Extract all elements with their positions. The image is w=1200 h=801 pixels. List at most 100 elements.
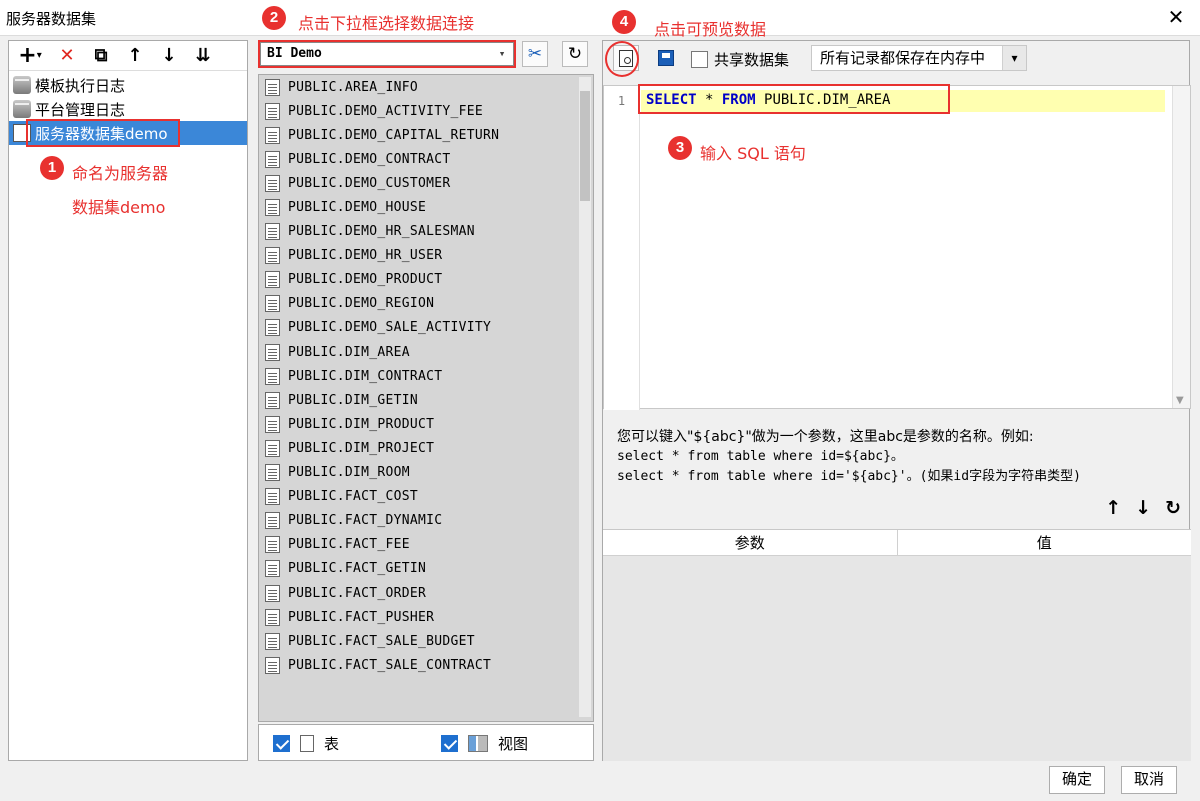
table-icon xyxy=(265,150,280,168)
table-filter-label: 表 xyxy=(324,735,340,753)
table-item[interactable]: PUBLIC.DEMO_HOUSE xyxy=(259,195,593,219)
refresh-icon: ↻ xyxy=(567,44,583,64)
annotation-text-4: 点击可预览数据 xyxy=(654,20,767,39)
table-icon xyxy=(265,78,280,96)
share-dataset-checkbox[interactable] xyxy=(691,51,708,68)
hint-line-1: 您可以键入"${abc}"做为一个参数，这里abc是参数的名称。例如: xyxy=(617,429,1034,445)
table-item[interactable]: PUBLIC.FACT_GETIN xyxy=(259,557,593,581)
view-filter-checkbox[interactable] xyxy=(441,735,458,752)
parameter-table: 参数 值 xyxy=(603,529,1191,761)
dataset-toolbar: + ▾ ✕ ⧉ ↑ ↓ ⇊ xyxy=(9,41,247,71)
view-filter-toggle[interactable]: 视图 xyxy=(441,733,528,754)
add-dataset-button[interactable]: + ▾ xyxy=(15,43,45,68)
memory-mode-select[interactable]: 所有记录都保存在内存中 ▾ xyxy=(811,45,1027,71)
cancel-button[interactable]: 取消 xyxy=(1121,766,1178,794)
table-icon xyxy=(265,656,280,674)
param-refresh-button[interactable]: ↻ xyxy=(1165,497,1181,519)
move-up-button[interactable]: ↑ xyxy=(123,44,147,68)
table-filter-checkbox[interactable] xyxy=(273,735,290,752)
chevron-down-icon: ▼ xyxy=(1176,395,1184,406)
connection-settings-button[interactable]: ✂ xyxy=(522,41,548,67)
refresh-tables-button[interactable]: ↻ xyxy=(562,41,588,67)
table-icon xyxy=(265,367,280,385)
table-item[interactable]: PUBLIC.DEMO_REGION xyxy=(259,292,593,316)
table-icon xyxy=(265,391,280,409)
table-icon xyxy=(265,415,280,433)
annotation-text-2: 点击下拉框选择数据连接 xyxy=(298,14,475,33)
memory-mode-value: 所有记录都保存在内存中 xyxy=(820,49,986,67)
table-icon xyxy=(300,735,314,752)
table-item[interactable]: PUBLIC.DIM_PROJECT xyxy=(259,436,593,460)
column-header-value: 值 xyxy=(1036,534,1052,552)
table-item[interactable]: PUBLIC.DEMO_ACTIVITY_FEE xyxy=(259,99,593,123)
scrollbar-thumb[interactable] xyxy=(580,91,590,201)
arrow-down-icon: ↓ xyxy=(161,45,177,66)
save-to-memory-button[interactable] xyxy=(653,45,679,71)
table-icon xyxy=(265,512,280,530)
copy-dataset-button[interactable]: ⧉ xyxy=(89,44,113,68)
tree-item-label: 平台管理日志 xyxy=(35,100,126,119)
delete-dataset-button[interactable]: ✕ xyxy=(55,44,79,68)
table-item[interactable]: PUBLIC.DIM_PRODUCT xyxy=(259,412,593,436)
delete-icon: ✕ xyxy=(59,45,75,66)
table-item[interactable]: PUBLIC.DEMO_PRODUCT xyxy=(259,268,593,292)
sort-button[interactable]: ⇊ xyxy=(191,44,215,68)
table-item[interactable]: PUBLIC.FACT_FEE xyxy=(259,533,593,557)
table-item[interactable]: PUBLIC.AREA_INFO xyxy=(259,75,593,99)
table-item[interactable]: PUBLIC.DEMO_HR_SALESMAN xyxy=(259,220,593,244)
table-list-scrollbar[interactable] xyxy=(579,77,591,717)
table-icon xyxy=(265,102,280,120)
table-icon xyxy=(265,126,280,144)
table-item[interactable]: PUBLIC.DEMO_CUSTOMER xyxy=(259,171,593,195)
table-icon xyxy=(265,199,280,217)
ok-button[interactable]: 确定 xyxy=(1049,766,1106,794)
tree-item-template-log[interactable]: 模板执行日志 xyxy=(9,73,247,97)
param-move-up-button[interactable]: ↑ xyxy=(1105,497,1121,519)
param-move-down-button[interactable]: ↓ xyxy=(1135,497,1151,519)
save-icon xyxy=(658,50,674,66)
line-number: 1 xyxy=(617,94,626,108)
tree-item-platform-log[interactable]: 平台管理日志 xyxy=(9,97,247,121)
table-icon xyxy=(265,488,280,506)
dataset-tree-panel: + ▾ ✕ ⧉ ↑ ↓ ⇊ 模板执行日志 平台管理日志 服务器数据集demo xyxy=(8,40,248,761)
view-icon xyxy=(468,735,488,752)
table-filter-bar: 表 视图 xyxy=(258,724,594,761)
table-icon xyxy=(265,560,280,578)
table-item[interactable]: PUBLIC.DEMO_SALE_ACTIVITY xyxy=(259,316,593,340)
table-item[interactable]: PUBLIC.FACT_SALE_BUDGET xyxy=(259,629,593,653)
table-icon xyxy=(265,247,280,265)
sort-icon: ⇊ xyxy=(195,45,211,66)
annotation-circle-4 xyxy=(605,41,639,77)
table-item[interactable]: PUBLIC.FACT_DYNAMIC xyxy=(259,509,593,533)
share-dataset-toggle[interactable]: 共享数据集 xyxy=(691,49,789,70)
table-item[interactable]: PUBLIC.DEMO_CAPITAL_RETURN xyxy=(259,123,593,147)
sql-toolbar: 共享数据集 所有记录都保存在内存中 ▾ xyxy=(603,41,1191,75)
annotation-box-1 xyxy=(26,119,180,147)
table-item[interactable]: PUBLIC.DIM_CONTRACT xyxy=(259,364,593,388)
table-item[interactable]: PUBLIC.DIM_ROOM xyxy=(259,461,593,485)
sql-editor[interactable]: 1 SELECT * FROM PUBLIC.DIM_AREA ▼ xyxy=(603,85,1191,410)
annotation-text-3: 输入 SQL 语句 xyxy=(700,144,806,163)
hint-line-3: select * from table where id='${abc}'。(如… xyxy=(617,469,1081,484)
arrow-up-icon: ↑ xyxy=(127,45,143,66)
move-down-button[interactable]: ↓ xyxy=(157,44,181,68)
table-filter-toggle[interactable]: 表 xyxy=(273,733,339,754)
table-icon xyxy=(265,536,280,554)
editor-scrollbar[interactable]: ▼ xyxy=(1172,86,1190,408)
table-item[interactable]: PUBLIC.FACT_COST xyxy=(259,485,593,509)
table-item[interactable]: PUBLIC.FACT_PUSHER xyxy=(259,605,593,629)
table-item[interactable]: PUBLIC.DEMO_CONTRACT xyxy=(259,147,593,171)
table-item[interactable]: PUBLIC.FACT_ORDER xyxy=(259,581,593,605)
chevron-down-icon: ▾ xyxy=(36,50,42,61)
share-dataset-label: 共享数据集 xyxy=(714,51,790,69)
table-item[interactable]: PUBLIC.DIM_AREA xyxy=(259,340,593,364)
table-item[interactable]: PUBLIC.DEMO_HR_USER xyxy=(259,244,593,268)
table-item[interactable]: PUBLIC.FACT_SALE_CONTRACT xyxy=(259,653,593,677)
title-bar: 服务器数据集 ✕ xyxy=(0,0,1200,36)
table-item[interactable]: PUBLIC.DIM_GETIN xyxy=(259,388,593,412)
hint-line-2: select * from table where id=${abc}。 xyxy=(617,449,904,464)
plus-icon: + xyxy=(18,43,37,68)
param-actions: ↑ ↓ ↻ xyxy=(1105,497,1181,519)
table-list: PUBLIC.AREA_INFO PUBLIC.DEMO_ACTIVITY_FE… xyxy=(258,74,594,722)
close-icon[interactable]: ✕ xyxy=(1164,5,1188,29)
